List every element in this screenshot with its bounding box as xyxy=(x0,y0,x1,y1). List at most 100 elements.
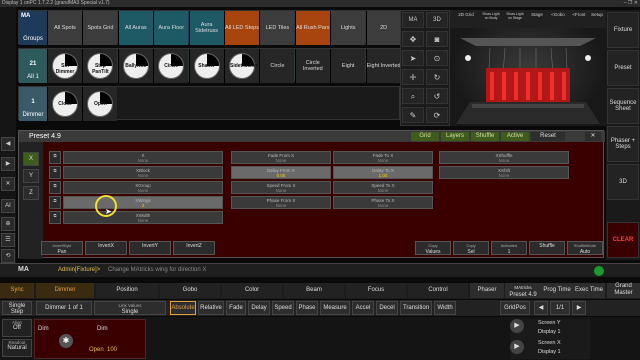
matricks-cell[interactable]: XShift None xyxy=(439,166,569,179)
link-values-selector[interactable]: Link Values Single xyxy=(94,301,166,315)
value-mode-button[interactable]: Width xyxy=(434,301,456,315)
value-mode-button[interactable]: Transition xyxy=(400,301,432,315)
reset-button[interactable]: Reset xyxy=(531,132,565,141)
group-tile[interactable]: All LED Steps xyxy=(224,11,259,45)
matricks-cell[interactable]: Delay To X 1.00 xyxy=(333,166,433,179)
value-mode-button[interactable]: Relative xyxy=(198,301,224,315)
preset-type-tab[interactable]: Gobo xyxy=(160,283,220,298)
preset-type-tab[interactable]: Sync xyxy=(0,283,34,298)
left-nav-button[interactable]: ☰ xyxy=(1,233,15,247)
matricks-tile[interactable]: Circle xyxy=(153,49,189,83)
dimmer-tile[interactable]: Open xyxy=(82,87,118,121)
group-tile[interactable]: All Rush Pars xyxy=(294,11,330,45)
dimmer-selector[interactable]: Dimmer 1 of 1 xyxy=(36,301,92,315)
toolbar-gobo[interactable]: <Gobo xyxy=(548,12,568,17)
left-nav-button[interactable]: ◀ xyxy=(1,137,15,151)
tab-layers[interactable]: Layers xyxy=(441,132,469,141)
gridpos-button[interactable]: GridPos xyxy=(500,301,530,315)
matricks-cell[interactable]: XGroup None xyxy=(63,181,223,194)
invert-button[interactable]: InvertY xyxy=(129,241,171,255)
value-mode-button[interactable]: Fade xyxy=(226,301,246,315)
matricks-cell[interactable]: XWidth None xyxy=(63,211,223,224)
ma-button[interactable]: MA xyxy=(402,12,424,28)
matricks-cell[interactable]: Fade From X None xyxy=(231,151,331,164)
matricks-tile[interactable]: Step PanTilt xyxy=(82,49,118,83)
toolbar-stage[interactable]: Stage xyxy=(528,12,546,17)
target-icon[interactable]: ⊙ xyxy=(426,50,448,66)
dimmer-tile[interactable]: Close xyxy=(47,87,82,121)
axis-y-button[interactable]: Y xyxy=(23,169,39,183)
camera-icon[interactable]: ◙ xyxy=(426,31,448,47)
value-mode-button[interactable]: Decel xyxy=(376,301,398,315)
matricks-action-button[interactable]: Copy Sel xyxy=(453,241,489,255)
matricks-cell[interactable]: Phase From X None xyxy=(231,196,331,209)
toolbar-light-on-body[interactable]: Show Light on Body xyxy=(480,12,502,20)
3d-button[interactable]: 3D xyxy=(607,164,639,200)
group-tile[interactable]: All Auras xyxy=(117,11,153,45)
prev-page-icon[interactable]: ◀ xyxy=(534,301,548,315)
reset-icon[interactable]: ⟳ xyxy=(426,107,448,123)
axis-z-button[interactable]: Z xyxy=(23,186,39,200)
groups-pool-header[interactable]: MA Groups xyxy=(19,11,47,45)
sequence-sheet-button[interactable]: Sequence Sheet xyxy=(607,88,639,124)
grand-master-button[interactable]: Grand Master xyxy=(607,283,640,298)
readout-selector[interactable]: Readout Natural xyxy=(2,339,32,357)
window-controls[interactable]: – ❐ ✕ xyxy=(624,0,638,7)
invert-button[interactable]: InvertZ xyxy=(173,241,215,255)
matricks-cell[interactable]: Speed To X None xyxy=(333,181,433,194)
move-icon[interactable]: ✥ xyxy=(402,31,424,47)
command-line[interactable]: MA Admin[Fixture]> Change MAtricks wing … xyxy=(0,263,640,277)
next-page-icon[interactable]: ▶ xyxy=(572,301,586,315)
left-nav-button[interactable]: ⟲ xyxy=(1,249,15,263)
matricks-tile[interactable]: Circle Inverted xyxy=(294,49,330,83)
exec-time-button[interactable]: Exec Time xyxy=(573,283,605,298)
preset-type-tab[interactable]: Position xyxy=(96,283,158,298)
tab-active[interactable]: Active xyxy=(501,132,529,141)
matricks-link-icon[interactable]: ⧉ xyxy=(49,151,61,164)
left-nav-button[interactable]: ✕ xyxy=(1,177,15,191)
matricks-cell[interactable]: Speed From X None xyxy=(231,181,331,194)
preset-type-tab[interactable]: Control xyxy=(408,283,468,298)
prog-time-button[interactable]: Prog Time xyxy=(541,283,573,298)
group-tile[interactable]: Spots Grid xyxy=(82,11,118,45)
matricks-action-button[interactable]: Copy Values xyxy=(415,241,451,255)
matricks-cell[interactable]: Delay From X 0.00 xyxy=(231,166,331,179)
rotate-icon[interactable]: ↻ xyxy=(426,69,448,85)
preset-type-tab[interactable]: Dimmer xyxy=(36,283,94,298)
value-mode-button[interactable]: Accel xyxy=(352,301,374,315)
matricks-cell[interactable]: X None xyxy=(63,151,223,164)
preset-type-tab[interactable]: Focus xyxy=(346,283,406,298)
toolbar-front[interactable]: <Front xyxy=(570,12,588,17)
screen-y-icon[interactable]: ▶ xyxy=(510,319,524,333)
group-tile[interactable]: 2D xyxy=(365,11,401,45)
matricks-tile[interactable]: Sidetrucker xyxy=(224,49,259,83)
undo-icon[interactable]: ↺ xyxy=(426,88,448,104)
matricks-tile[interactable]: Sin Dimmer xyxy=(47,49,82,83)
matricks-cell[interactable]: XBlock None xyxy=(63,166,223,179)
matricks-cell[interactable]: XShuffle None xyxy=(439,151,569,164)
group-tile[interactable]: All Spots xyxy=(47,11,82,45)
preset-type-tab[interactable]: Color xyxy=(222,283,282,298)
group-tile[interactable]: Aura Floor xyxy=(153,11,189,45)
matricks-link-icon[interactable]: ⧉ xyxy=(49,166,61,179)
group-tile[interactable]: LED Tiles xyxy=(259,11,295,45)
left-nav-button[interactable]: ⊕ xyxy=(1,217,15,231)
dimmer-pool-header[interactable]: 1 Dimmer xyxy=(19,87,47,121)
matricks-link-icon[interactable]: ⧉ xyxy=(49,181,61,194)
view-3d-button[interactable]: 3D xyxy=(426,12,448,28)
matricks-tile[interactable]: Shaker xyxy=(188,49,224,83)
draw-icon[interactable]: ✎ xyxy=(402,107,424,123)
fixture-sheet-button[interactable]: Fixture xyxy=(607,12,639,48)
matricks-cell[interactable]: Phase To X None xyxy=(333,196,433,209)
matricks-tile[interactable]: Eight Inverted xyxy=(365,49,401,83)
close-icon[interactable]: ✕ xyxy=(585,132,601,141)
value-mode-button[interactable]: Absolute xyxy=(170,301,196,315)
matricks-cell[interactable]: XWings 2 xyxy=(63,196,223,209)
value-mode-button[interactable]: Measure xyxy=(320,301,350,315)
matricks-selector[interactable]: MAtricks Preset 4.9 xyxy=(505,283,541,298)
invert-button[interactable]: InvertStyle Pan xyxy=(41,241,83,255)
matricks-action-button[interactable]: Activated 1 xyxy=(491,241,527,255)
dim-encoder-panel[interactable]: Dim Dim ✱ Open 100 xyxy=(34,319,146,359)
group-tile[interactable]: Aura Sidetruss xyxy=(188,11,224,45)
3d-viewport[interactable]: 2D Grid Show Light on Body Show Light on… xyxy=(450,10,606,126)
